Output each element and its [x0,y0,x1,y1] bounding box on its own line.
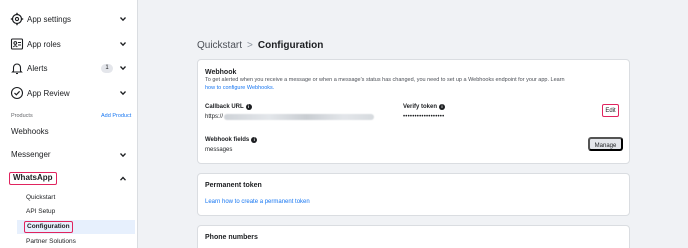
webhook-card: Webhook To get alerted when you receive … [197,59,630,164]
alerts-count-badge: 1 [101,64,113,73]
info-icon[interactable]: i [439,104,446,110]
verify-token-label: Verify token i [403,104,446,110]
phone-numbers-title: Phone numbers [205,234,258,241]
breadcrumb-parent[interactable]: Quickstart [197,40,242,51]
sidebar-subitem-api-setup[interactable]: API Setup [26,208,55,215]
chevron-down-icon [120,66,126,71]
webhook-fields-label: Webhook fields i [205,137,258,143]
webhook-fields-label-text: Webhook fields [205,137,250,143]
chevron-down-icon [120,42,126,47]
webhook-description: To get alerted when you receive a messag… [205,76,623,92]
callback-url-label-text: Callback URL [205,104,244,110]
sidebar-item-messenger[interactable]: Messenger [11,150,51,159]
chevron-down-icon [120,91,126,96]
permanent-token-title: Permanent token [205,182,262,189]
sidebar-item-alerts[interactable]: Alerts 1 [0,56,137,80]
permanent-token-link[interactable]: Learn how to create a permanent token [205,199,310,205]
bell-icon [11,63,23,75]
products-section-label: Products [11,113,33,119]
edit-button[interactable]: Edit [602,104,619,117]
breadcrumb: Quickstart > Configuration [197,40,323,51]
configure-webhooks-link[interactable]: how to configure Webhooks. [205,85,274,91]
breadcrumb-separator: > [247,40,253,51]
roles-icon [10,38,24,50]
chevron-down-icon[interactable] [118,150,128,160]
webhook-description-text: To get alerted when you receive a messag… [205,77,565,83]
callback-url-label: Callback URL i [205,104,252,110]
phone-numbers-card: Phone numbers [197,225,630,248]
page-title: Configuration [257,40,324,51]
callback-url-prefix: https:// [205,114,224,120]
callback-url-value: https:// [205,114,375,120]
chevron-down-icon [120,17,126,22]
sidebar: App settings App roles Alerts 1 App Revi… [0,0,138,248]
sidebar-item-label: Alerts [27,63,48,73]
verify-token-label-text: Verify token [403,104,438,110]
sidebar-subitem-quickstart[interactable]: Quickstart [26,194,55,201]
sidebar-item-app-review[interactable]: App Review [0,81,137,105]
sidebar-subitem-configuration[interactable]: Configuration [24,221,73,233]
sidebar-subitem-partner-solutions[interactable]: Partner Solutions [26,238,76,245]
permanent-token-card: Permanent token Learn how to create a pe… [197,173,630,216]
redacted-url [224,114,375,120]
webhook-title: Webhook [205,69,237,76]
info-icon[interactable]: i [245,104,252,110]
chevron-up-icon[interactable] [118,174,128,184]
sidebar-item-label: App Review [27,88,70,98]
sidebar-item-label: App settings [27,14,72,24]
sidebar-item-whatsapp[interactable]: WhatsApp [9,172,57,185]
add-product-link[interactable]: Add Product [101,113,131,119]
sidebar-item-app-roles[interactable]: App roles [0,32,137,56]
sidebar-item-label: App roles [27,39,61,49]
shield-check-icon [10,86,24,100]
manage-button[interactable]: Manage [588,137,623,151]
webhook-fields-value: messages [205,147,233,153]
verify-token-value: •••••••••••••••••• [403,114,445,120]
info-icon[interactable]: i [251,137,258,143]
sidebar-item-app-settings[interactable]: App settings [0,7,137,31]
gear-icon [10,12,24,26]
sidebar-item-webhooks[interactable]: Webhooks [11,127,49,136]
